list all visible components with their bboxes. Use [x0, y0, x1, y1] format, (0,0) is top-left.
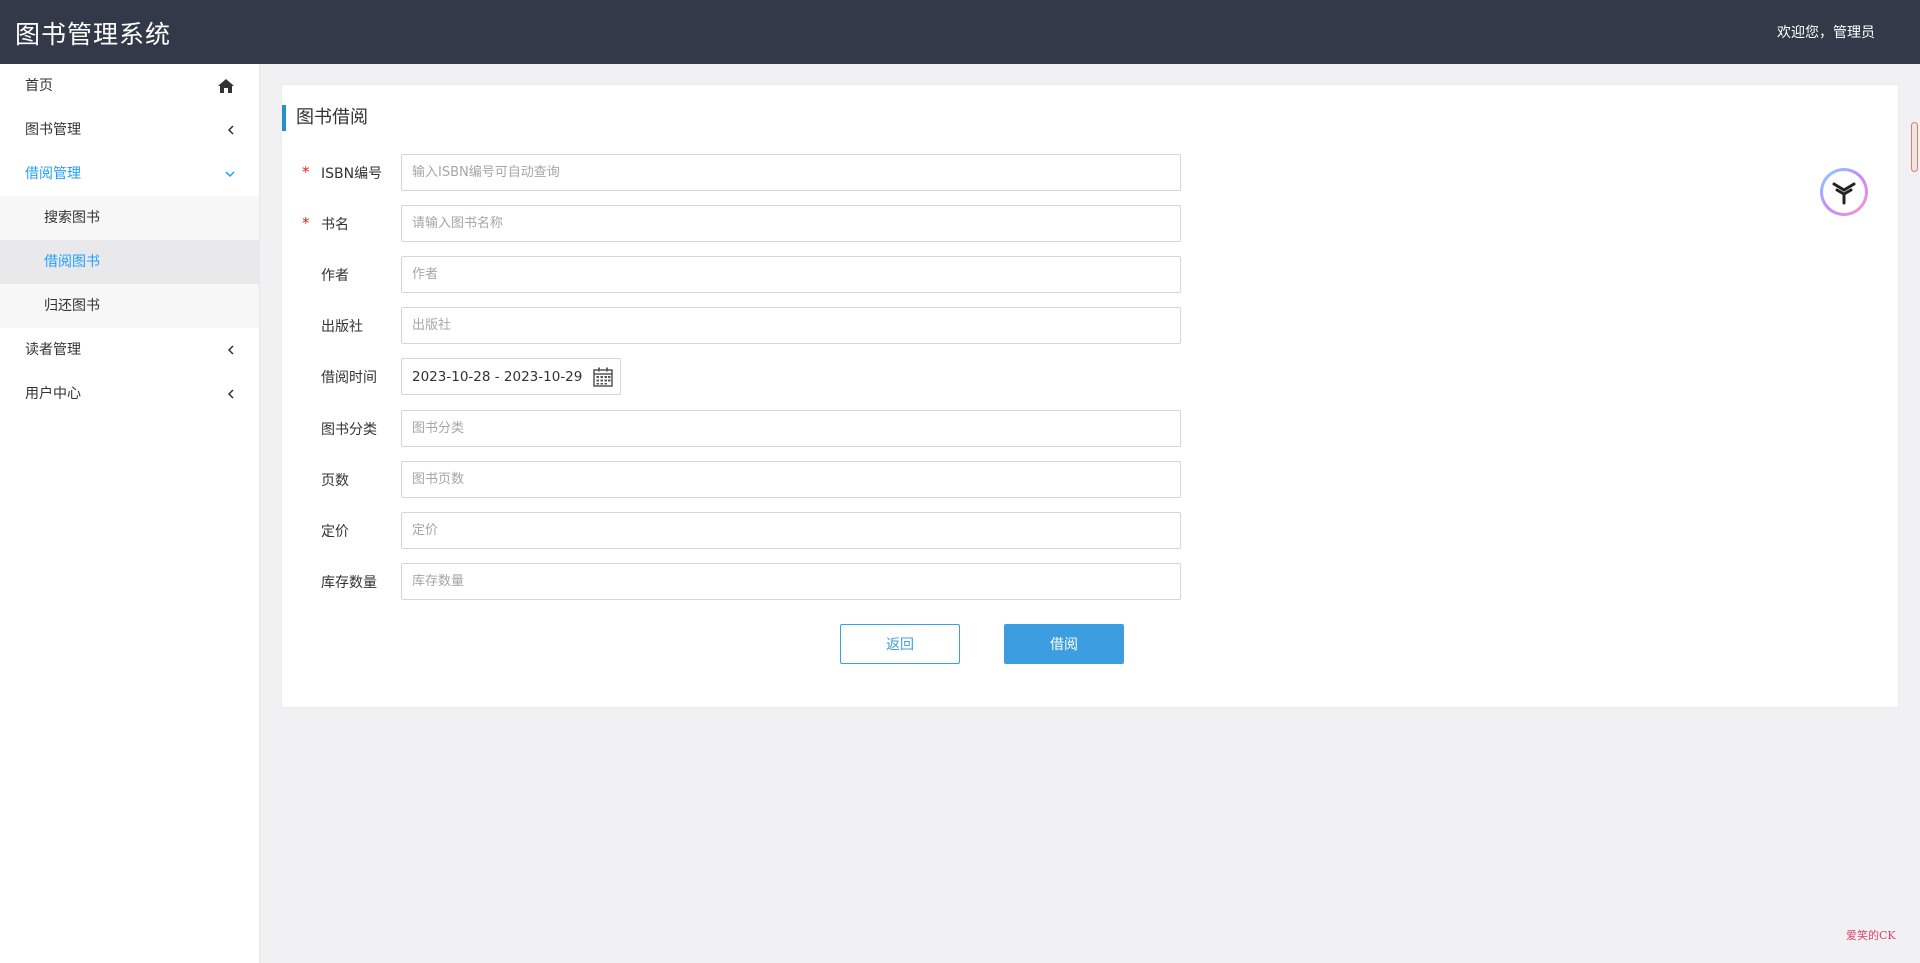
publisher-input[interactable] [401, 307, 1181, 344]
app-title: 图书管理系统 [15, 20, 172, 49]
form-row-publisher: 出版社 [282, 307, 1182, 344]
sidebar-item-label: 首页 [25, 78, 53, 94]
chevron-left-icon [227, 372, 235, 416]
pages-label: 页数 [321, 473, 349, 489]
sidebar-item-label: 用户中心 [25, 386, 81, 402]
price-label: 定价 [321, 524, 349, 540]
sidebar-item-label: 读者管理 [25, 342, 81, 358]
assistant-logo [1823, 171, 1865, 213]
publisher-label: 出版社 [321, 319, 363, 335]
form-row-price: 定价 [282, 512, 1182, 549]
form-row-name: * 书名 [282, 205, 1182, 242]
sidebar-subitem-label: 归还图书 [44, 298, 100, 314]
home-icon [217, 64, 235, 108]
author-label: 作者 [321, 268, 349, 284]
borrow-date-range-picker[interactable] [401, 358, 621, 395]
stock-input[interactable] [401, 563, 1181, 600]
category-label: 图书分类 [321, 422, 377, 438]
form-row-category: 图书分类 [282, 410, 1182, 447]
sidebar-subitem-borrow-books[interactable]: 借阅图书 [0, 240, 259, 284]
scrollbar-thumb[interactable] [1911, 122, 1918, 172]
form-row-pages: 页数 [282, 461, 1182, 498]
chevron-down-icon [225, 152, 235, 196]
book-name-input[interactable] [401, 205, 1181, 242]
sidebar-subitem-return-books[interactable]: 归还图书 [0, 284, 259, 328]
calendar-icon[interactable] [592, 366, 614, 392]
isbn-label: ISBN编号 [321, 166, 383, 182]
borrow-button[interactable]: 借阅 [1004, 624, 1124, 664]
price-input[interactable] [401, 512, 1181, 549]
sidebar-item-book-management[interactable]: 图书管理 [0, 108, 259, 152]
required-mark: * [302, 214, 310, 232]
book-name-label: 书名 [321, 217, 349, 233]
sidebar-item-reader-management[interactable]: 读者管理 [0, 328, 259, 372]
borrow-time-label: 借阅时间 [321, 370, 377, 386]
pages-input[interactable] [401, 461, 1181, 498]
sidebar-subitem-label: 搜索图书 [44, 210, 100, 226]
borrow-form-panel: 图书借阅 * ISBN编号 * 书名 作者 出版社 借阅时间 [281, 84, 1899, 708]
welcome-user-text[interactable]: 欢迎您，管理员 [1777, 22, 1875, 42]
back-button[interactable]: 返回 [840, 624, 960, 664]
form-row-stock: 库存数量 [282, 563, 1182, 600]
sidebar-item-label: 借阅管理 [25, 166, 81, 182]
sidebar-item-borrow-management[interactable]: 借阅管理 [0, 152, 259, 196]
top-bar: 图书管理系统 欢迎您，管理员 [0, 0, 1920, 64]
isbn-input[interactable] [401, 154, 1181, 191]
floating-assistant-icon[interactable] [1820, 168, 1868, 216]
chevron-left-icon [227, 108, 235, 152]
form-row-author: 作者 [282, 256, 1182, 293]
sidebar-item-home[interactable]: 首页 [0, 64, 259, 108]
form-row-borrow-time: 借阅时间 [282, 358, 1182, 395]
sidebar-subitem-search-books[interactable]: 搜索图书 [0, 196, 259, 240]
stock-label: 库存数量 [321, 575, 377, 591]
required-mark: * [302, 163, 310, 181]
category-input[interactable] [401, 410, 1181, 447]
sidebar-item-label: 图书管理 [25, 122, 81, 138]
borrow-date-range-input[interactable] [402, 359, 592, 394]
sidebar-subitem-label: 借阅图书 [44, 254, 100, 270]
sidebar-item-user-center[interactable]: 用户中心 [0, 372, 259, 416]
chevron-left-icon [227, 328, 235, 372]
panel-title: 图书借阅 [282, 105, 368, 131]
form-row-isbn: * ISBN编号 [282, 154, 1182, 191]
sidebar: 首页 图书管理 借阅管理 搜索图书 借阅图书 归还图书 读者管理 用户中心 [0, 64, 260, 963]
author-input[interactable] [401, 256, 1181, 293]
watermark-text: 爱笑的CK [1846, 929, 1896, 942]
